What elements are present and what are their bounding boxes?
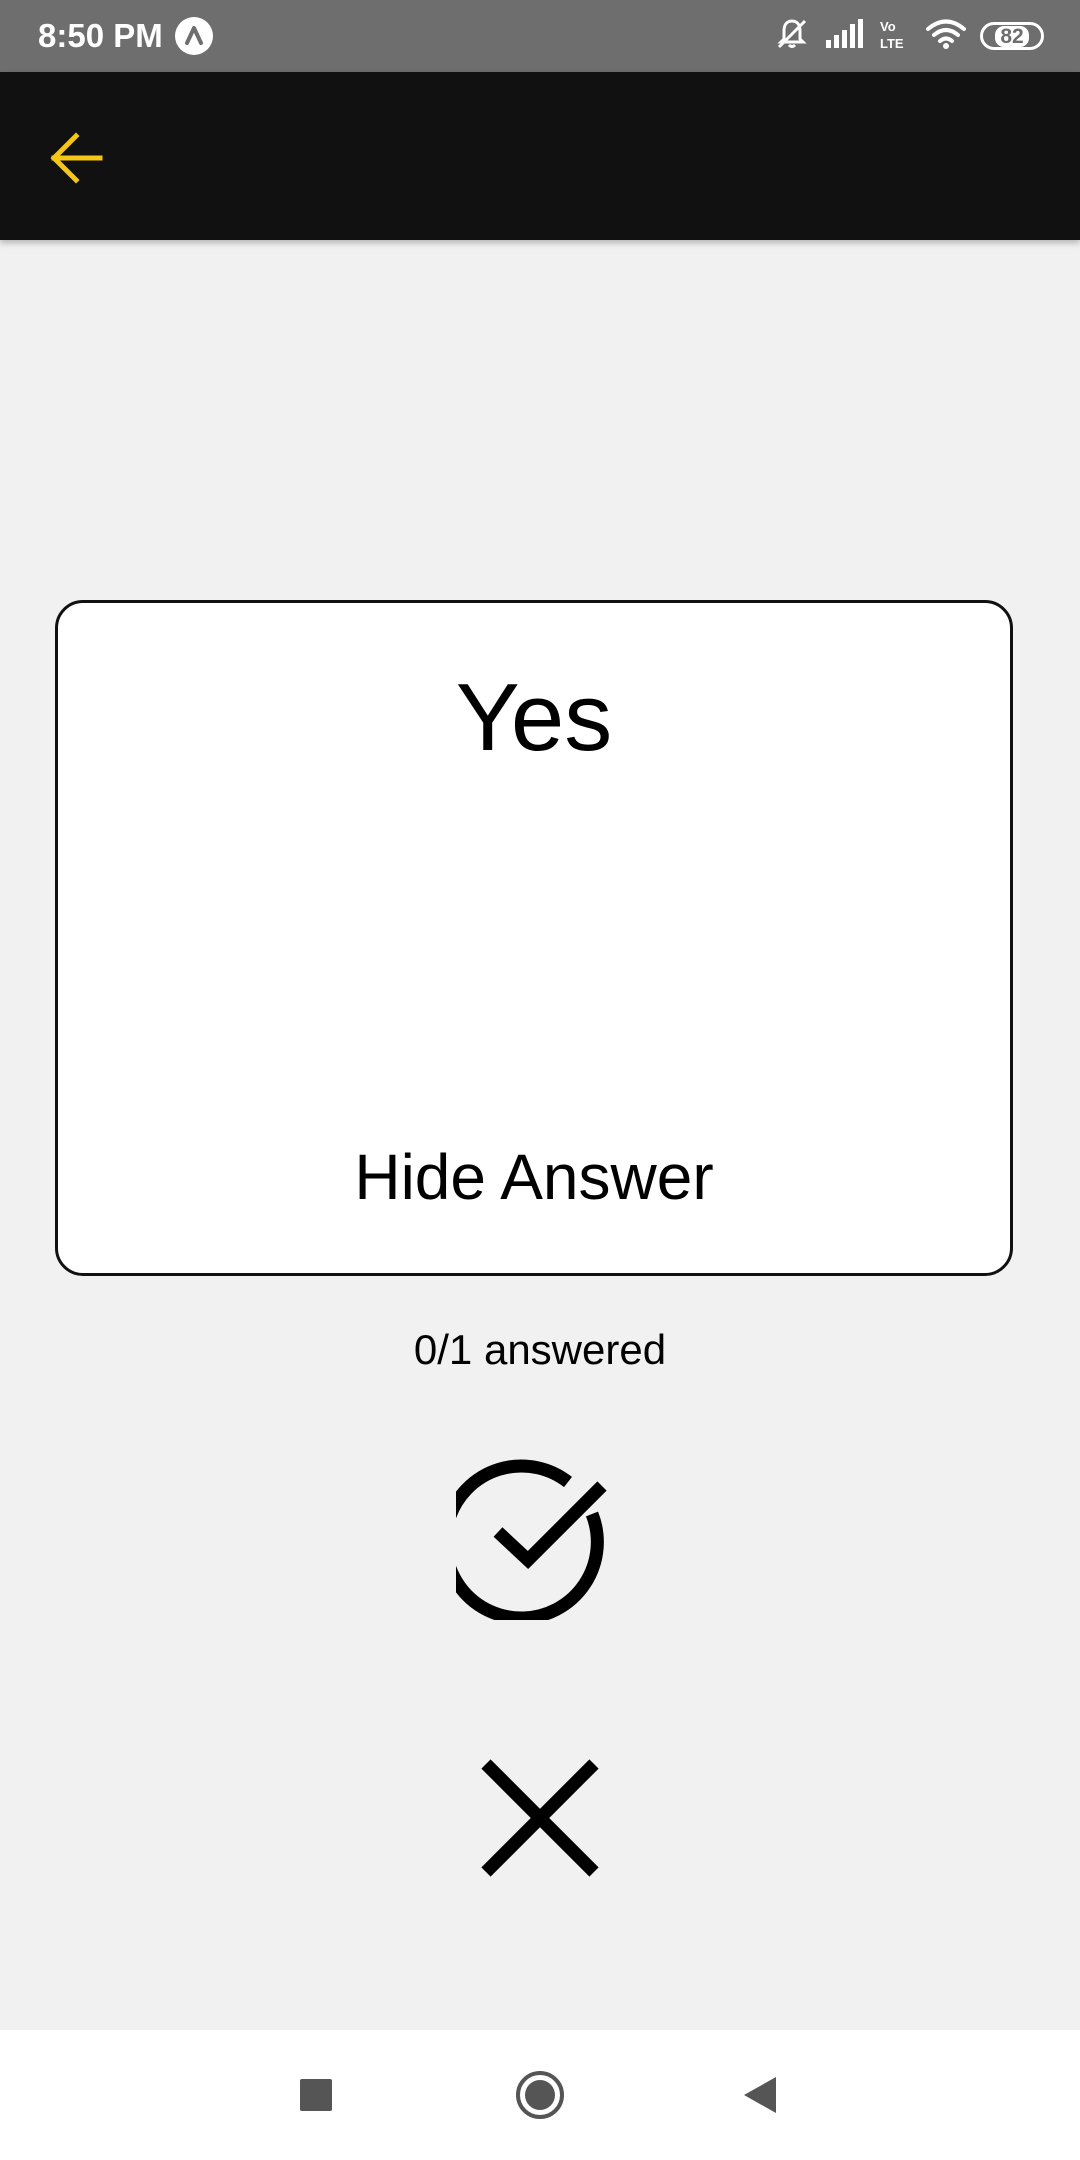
- mark-wrong-button[interactable]: [472, 1750, 608, 1886]
- hide-answer-button[interactable]: Hide Answer: [58, 1137, 1010, 1217]
- muted-bell-icon: [774, 16, 810, 57]
- back-triangle-icon: [744, 2077, 776, 2113]
- card-answer: Yes: [455, 664, 613, 771]
- flashcard[interactable]: Yes Hide Answer: [55, 600, 1013, 1276]
- status-icons: Vo LTE 82: [774, 14, 1044, 58]
- recents-square-icon: [300, 2079, 332, 2111]
- mark-correct-button[interactable]: [456, 1452, 624, 1620]
- system-nav-bar: [0, 2030, 1080, 2160]
- check-circle-icon: [456, 1459, 607, 1620]
- svg-text:LTE: LTE: [880, 36, 904, 51]
- app-notification-icon: [174, 16, 214, 56]
- recents-button[interactable]: [276, 2055, 356, 2135]
- system-back-button[interactable]: [720, 2055, 800, 2135]
- arrow-left-icon: [50, 132, 103, 184]
- wifi-icon: [926, 18, 966, 55]
- svg-text:Vo: Vo: [880, 19, 896, 34]
- close-icon: [481, 1759, 599, 1877]
- volte-icon: Vo LTE: [878, 17, 912, 56]
- home-circle-icon: [516, 2071, 564, 2119]
- status-time: 8:50 PM: [38, 17, 163, 54]
- battery-level: 82: [995, 25, 1029, 47]
- progress-text: 0/1 answered: [413, 1326, 667, 1373]
- app-bar: [0, 72, 1080, 240]
- status-bar: 8:50 PM Vo LTE 82: [0, 0, 1080, 72]
- signal-icon: [824, 18, 864, 55]
- back-button[interactable]: [38, 120, 114, 196]
- home-button[interactable]: [500, 2055, 580, 2135]
- battery-icon: 82: [980, 22, 1044, 50]
